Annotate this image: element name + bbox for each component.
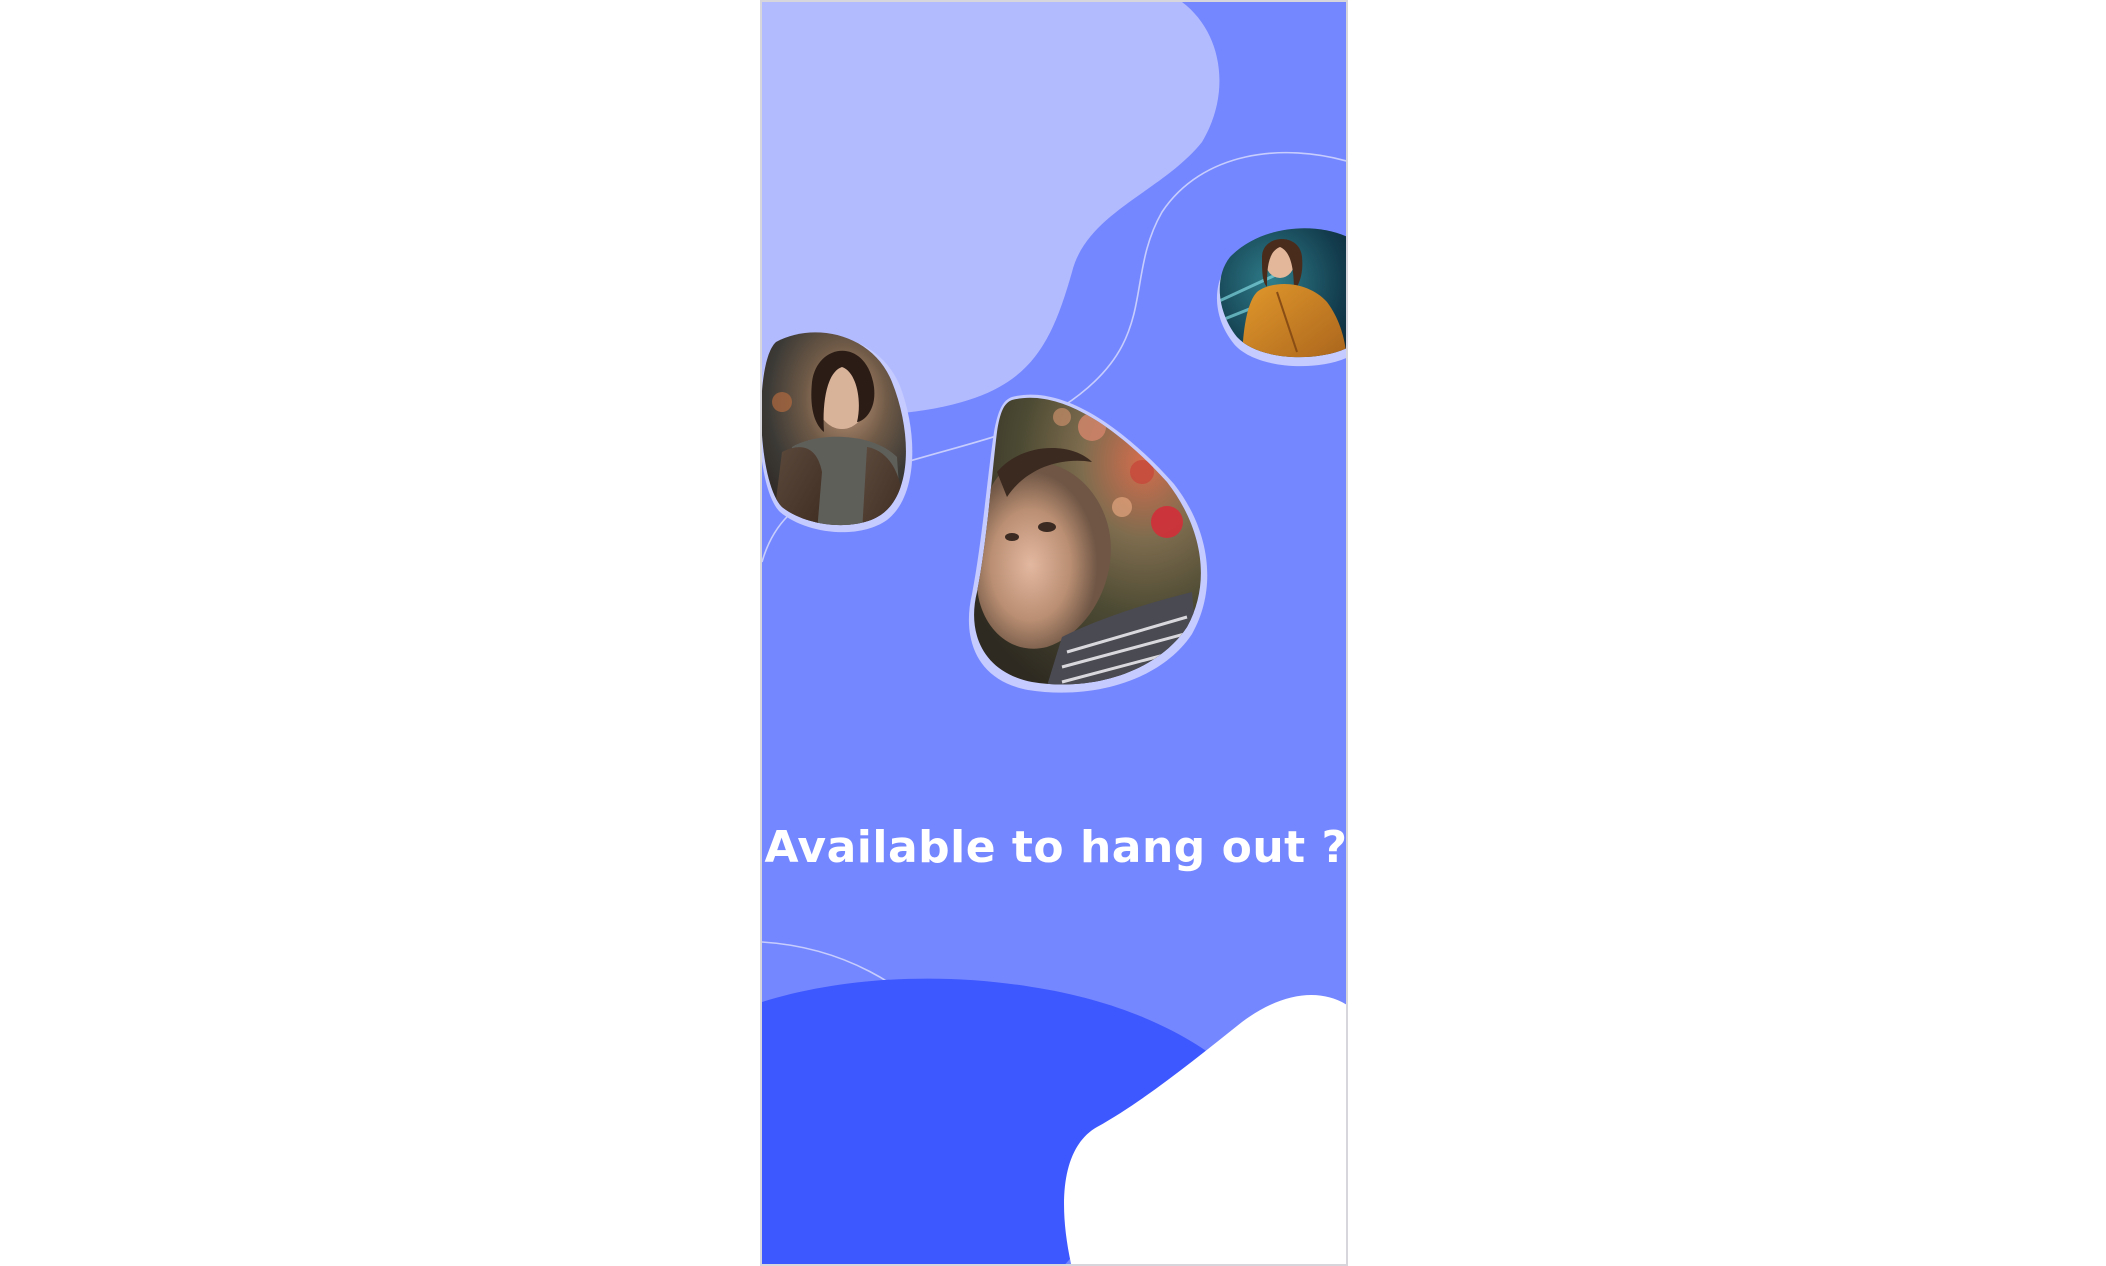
screen: Available to hang out ? <box>0 0 2106 1266</box>
onboarding-screen: Available to hang out ? <box>760 0 1348 1266</box>
background-art <box>762 2 1346 1264</box>
onboarding-headline: Available to hang out ? <box>764 822 1348 873</box>
